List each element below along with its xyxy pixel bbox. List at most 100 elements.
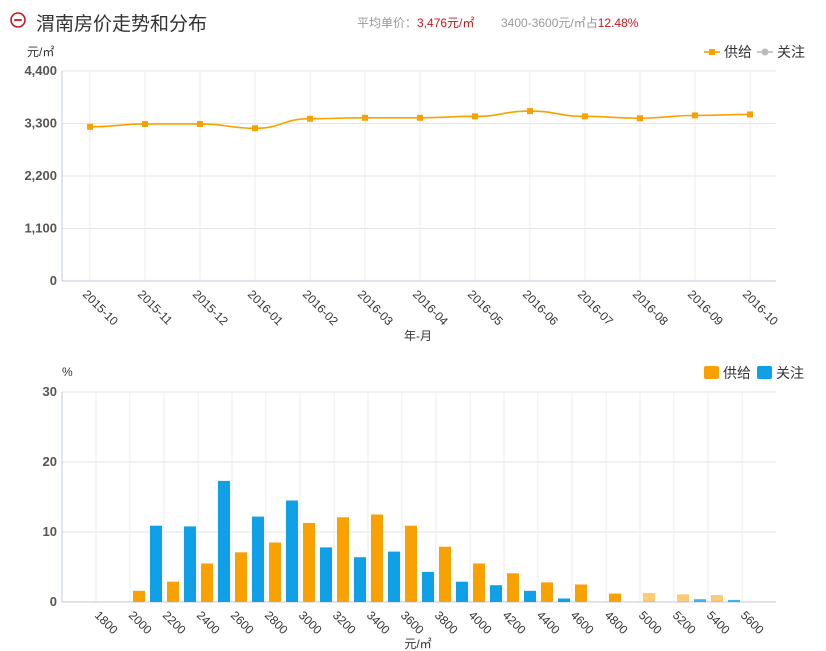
y-tick-label: 4,400 [24, 63, 57, 78]
y-axis-title: 元/㎡ [27, 45, 54, 59]
x-tick-label: 2016-06 [520, 287, 561, 328]
average-price-value: 3,476元/㎡ [417, 16, 475, 30]
x-tick-label: 2016-03 [355, 287, 396, 328]
bar-supply [167, 581, 179, 602]
bar-attention [320, 547, 332, 602]
price-range-share: 3400-3600元/㎡占12.48% [501, 14, 638, 31]
x-tick-label: 4400 [534, 608, 563, 637]
legend-marker-attention [761, 48, 769, 56]
data-point-supply [692, 112, 698, 119]
data-point-supply [747, 111, 753, 118]
legend-label-attention: 关注 [777, 44, 805, 60]
bar-supply [235, 552, 247, 602]
y-tick-label: 0 [50, 273, 57, 288]
x-axis-title: 元/㎡ [404, 637, 431, 651]
data-point-supply [307, 115, 313, 122]
data-point-supply [252, 125, 258, 132]
legend-marker-supply [709, 49, 715, 55]
bar-supply [337, 517, 349, 602]
bar-supply [541, 582, 553, 602]
x-tick-label: 2800 [262, 608, 291, 637]
price-range-value: 12.48% [597, 16, 639, 30]
y-tick-label: 2,200 [24, 168, 57, 183]
legend: 供给 关注 [704, 44, 805, 60]
x-tick-label: 4200 [500, 608, 529, 637]
bar-attention [422, 571, 434, 602]
bar-supply [269, 542, 281, 602]
bar-attention [694, 599, 706, 602]
x-tick-label: 5400 [704, 608, 733, 637]
collapse-icon[interactable] [10, 12, 26, 28]
data-point-supply [87, 123, 93, 130]
bar-attention [490, 585, 502, 602]
legend-swatch-supply [704, 366, 719, 379]
legend-swatch-attention [757, 366, 772, 379]
bar-supply [711, 595, 723, 602]
data-point-supply [472, 113, 478, 120]
bar-attention [218, 480, 230, 602]
x-tick-label: 4000 [466, 608, 495, 637]
x-tick-label: 2600 [228, 608, 257, 637]
x-tick-label: 2016-02 [300, 287, 341, 328]
data-point-supply [637, 115, 643, 122]
bar-attention [456, 581, 468, 602]
y-tick-label: 30 [43, 384, 57, 399]
bar-attention [728, 599, 740, 602]
x-tick-label: 2400 [194, 608, 223, 637]
data-point-supply [582, 113, 588, 120]
x-tick-label: 2016-07 [575, 287, 616, 328]
bar-attention [150, 525, 162, 602]
x-tick-label: 2015-10 [80, 287, 121, 328]
data-point-supply [142, 120, 148, 127]
price-trend-chart: 元/㎡ 0 1,100 2,200 3,300 4,400 2015-10 2015-11 20… [24, 44, 805, 343]
y-tick-label: 10 [43, 524, 57, 539]
y-tick-label: 1,100 [24, 221, 57, 236]
bar-attention [558, 598, 570, 602]
bar-supply [677, 594, 689, 602]
price-distribution-chart: % 0 10 20 30 1800 2000 2200 2400 2600 2800 3000 3200… [43, 365, 804, 651]
bar-supply [643, 592, 655, 602]
legend-label-supply: 供给 [723, 365, 751, 381]
x-axis-title: 年-月 [404, 329, 432, 343]
bar-attention [354, 557, 366, 602]
x-tick-label: 3000 [296, 608, 325, 637]
y-tick-label: 3,300 [24, 116, 57, 131]
x-tick-label: 2016-05 [465, 287, 506, 328]
x-tick-label: 5000 [636, 608, 665, 637]
bar-attention [286, 500, 298, 602]
bar-supply [507, 573, 519, 602]
x-tick-label: 2000 [126, 608, 155, 637]
bar-supply [133, 590, 145, 602]
bar-supply [303, 522, 315, 602]
price-range-label: 3400-3600元/㎡占 [501, 16, 598, 30]
data-point-supply [417, 114, 423, 121]
x-tick-label: 3400 [364, 608, 393, 637]
y-tick-label: 20 [43, 454, 57, 469]
x-tick-label: 3800 [432, 608, 461, 637]
average-price-label: 平均单价： [357, 16, 418, 30]
x-tick-label: 4600 [568, 608, 597, 637]
bar-supply [575, 584, 587, 602]
bar-attention [252, 516, 264, 602]
bar-supply [201, 563, 213, 602]
bar-attention [524, 590, 536, 602]
bar-attention [388, 551, 400, 602]
x-tick-label: 2016-09 [685, 287, 726, 328]
x-tick-label: 3200 [330, 608, 359, 637]
x-tick-label: 5200 [670, 608, 699, 637]
x-tick-label: 2015-12 [190, 287, 231, 328]
x-tick-label: 5600 [738, 608, 767, 637]
x-tick-label: 2016-08 [630, 287, 671, 328]
x-tick-label: 2016-04 [410, 287, 451, 328]
x-tick-label: 2016-10 [740, 287, 781, 328]
data-point-supply [197, 120, 203, 127]
x-tick-label: 2016-01 [245, 287, 286, 328]
page-title: 渭南房价走势和分布 [36, 14, 208, 35]
header: 渭南房价走势和分布 平均单价：3,476元/㎡ 3400-3600元/㎡占12.… [0, 0, 826, 40]
bar-attention [184, 526, 196, 602]
data-point-supply [527, 108, 533, 115]
legend-label-supply: 供给 [724, 44, 752, 60]
y-axis-title: % [62, 365, 73, 379]
bar-supply [405, 525, 417, 602]
y-tick-label: 0 [50, 594, 57, 609]
